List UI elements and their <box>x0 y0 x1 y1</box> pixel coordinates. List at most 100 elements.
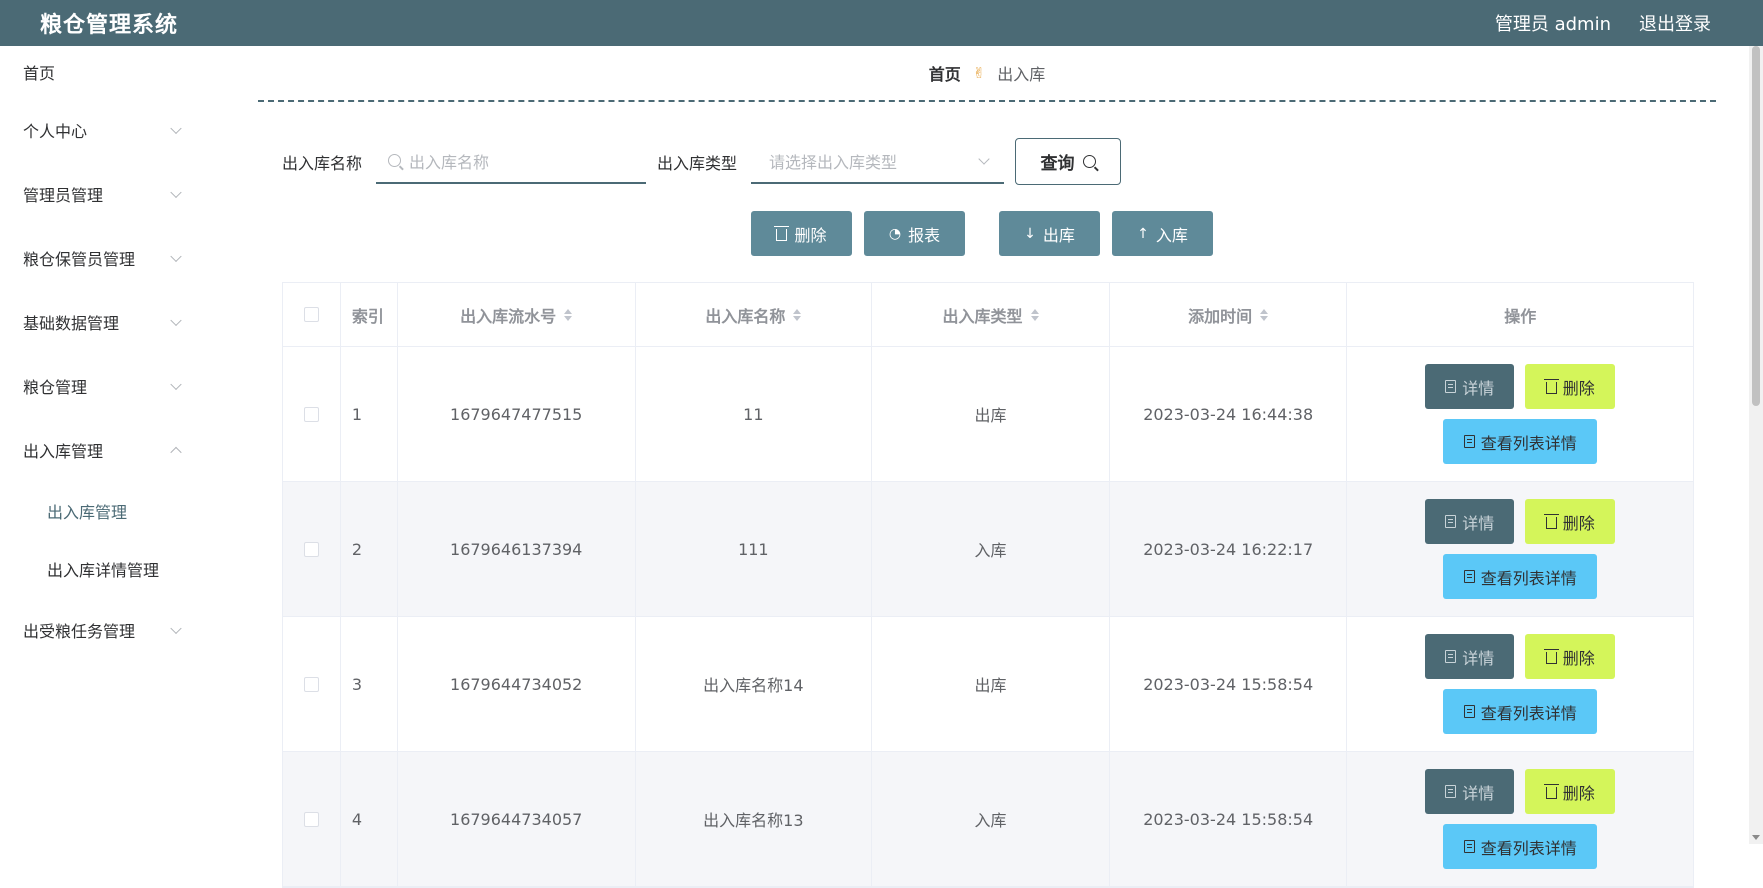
cell-index: 4 <box>341 752 398 886</box>
cell-time: 2023-03-24 16:22:17 <box>1110 482 1348 616</box>
column-header-label: 出入库名称 <box>705 306 786 326</box>
breadcrumb-current: 出入库 <box>997 65 1046 84</box>
chevron-down-icon <box>170 314 182 327</box>
cell-index: 1 <box>341 347 398 481</box>
list-detail-button[interactable]: 查看列表详情 <box>1443 554 1598 599</box>
cell-actions: 详情 删除 查看列表详情 <box>1347 617 1693 751</box>
sidebar-subitem-inout[interactable]: 出入库管理 <box>0 482 222 540</box>
chevron-down-icon <box>170 250 182 263</box>
cell-type: 入库 <box>872 752 1110 886</box>
sidebar-item-personal-center[interactable]: 个人中心 <box>0 98 222 162</box>
detail-button-label: 详情 <box>1462 378 1495 398</box>
sidebar-item-label: 粮仓保管员管理 <box>23 250 136 269</box>
sidebar-item-label: 粮仓管理 <box>23 378 88 397</box>
type-select[interactable]: 请选择出入库类型 <box>751 140 1005 184</box>
cell-time: 2023-03-24 15:58:54 <box>1110 752 1348 886</box>
delete-button[interactable]: 删除 <box>1525 769 1616 814</box>
sort-icon <box>1030 308 1039 321</box>
cell-name: 111 <box>636 482 873 616</box>
chevron-down-icon <box>170 186 182 199</box>
trash-icon <box>1543 784 1559 799</box>
document-icon <box>1463 435 1475 448</box>
list-detail-button[interactable]: 查看列表详情 <box>1443 824 1598 869</box>
name-search-input[interactable]: 出入库名称 <box>376 140 647 184</box>
list-detail-button-label: 查看列表详情 <box>1480 838 1577 858</box>
delete-button[interactable]: 删除 <box>1525 364 1616 409</box>
pie-chart-icon: ◔ <box>888 225 902 242</box>
trash-icon <box>1543 514 1559 529</box>
column-header-time[interactable]: 添加时间 <box>1110 283 1348 346</box>
detail-button[interactable]: 详情 <box>1425 499 1515 544</box>
document-icon <box>1445 785 1457 798</box>
row-checkbox[interactable] <box>303 541 319 557</box>
query-button-label: 查询 <box>1040 154 1075 174</box>
batch-delete-button[interactable]: 删除 <box>751 211 852 256</box>
select-all-checkbox[interactable] <box>303 307 319 322</box>
column-header-label: 出入库流水号 <box>460 306 557 326</box>
sidebar: 首页 个人中心 管理员管理 粮仓保管员管理 基础数据管理 粮仓管理 出入库管理 … <box>0 46 222 844</box>
stock-out-button[interactable]: ↓ 出库 <box>999 211 1100 256</box>
list-detail-button[interactable]: 查看列表详情 <box>1443 419 1598 464</box>
stock-in-label: 入库 <box>1155 225 1188 245</box>
document-icon <box>1463 840 1475 853</box>
detail-button[interactable]: 详情 <box>1425 769 1515 814</box>
sidebar-item-label: 出受粮任务管理 <box>23 622 136 641</box>
detail-button-label: 详情 <box>1462 513 1495 533</box>
scrollbar-thumb[interactable] <box>1752 46 1760 406</box>
search-icon <box>388 154 402 167</box>
sidebar-item-home[interactable]: 首页 <box>0 46 222 98</box>
trash-icon <box>774 226 790 241</box>
search-icon <box>1082 155 1096 168</box>
cell-actions: 详情 删除 查看列表详情 <box>1347 482 1693 616</box>
detail-button[interactable]: 详情 <box>1425 634 1515 679</box>
column-header-name[interactable]: 出入库名称 <box>636 283 873 346</box>
page-scrollbar[interactable] <box>1749 46 1763 844</box>
row-checkbox[interactable] <box>303 676 319 692</box>
sidebar-item-keeper-management[interactable]: 粮仓保管员管理 <box>0 226 222 290</box>
cell-type: 出库 <box>872 347 1110 481</box>
cell-actions: 详情 删除 查看列表详情 <box>1347 347 1693 481</box>
delete-button[interactable]: 删除 <box>1525 499 1616 544</box>
column-header-serial[interactable]: 出入库流水号 <box>398 283 636 346</box>
report-label: 报表 <box>908 225 941 245</box>
sidebar-item-base-data[interactable]: 基础数据管理 <box>0 290 222 354</box>
document-icon <box>1463 570 1475 583</box>
row-checkbox[interactable] <box>303 406 319 422</box>
sidebar-item-inout-management[interactable]: 出入库管理 <box>0 418 222 482</box>
cell-type: 出库 <box>872 617 1110 751</box>
detail-button[interactable]: 详情 <box>1425 364 1515 409</box>
row-select-cell <box>283 617 341 751</box>
list-detail-button[interactable]: 查看列表详情 <box>1443 689 1598 734</box>
report-button[interactable]: ◔ 报表 <box>864 211 965 256</box>
column-header-type[interactable]: 出入库类型 <box>872 283 1110 346</box>
sidebar-item-label: 管理员管理 <box>23 186 104 205</box>
cell-name: 出入库名称14 <box>636 617 873 751</box>
row-checkbox[interactable] <box>303 811 319 827</box>
query-button[interactable]: 查询 <box>1015 138 1122 185</box>
inout-table: 索引 出入库流水号 出入库名称 出入库类型 添加时间 操作 1 16796474… <box>282 282 1694 888</box>
scroll-down-icon[interactable] <box>1752 835 1760 840</box>
search-bar: 出入库名称 出入库名称 出入库类型 请选择出入库类型 查询 <box>282 138 1122 185</box>
stock-in-button[interactable]: ↑ 入库 <box>1112 211 1213 256</box>
table-row: 2 1679646137394 111 入库 2023-03-24 16:22:… <box>283 482 1693 617</box>
breadcrumb-home[interactable]: 首页 <box>929 61 961 85</box>
sidebar-item-admin-management[interactable]: 管理员管理 <box>0 162 222 226</box>
type-filter-label: 出入库类型 <box>657 153 738 173</box>
delete-button[interactable]: 删除 <box>1525 634 1616 679</box>
cell-type: 入库 <box>872 482 1110 616</box>
select-all-cell <box>283 283 341 346</box>
detail-button-label: 详情 <box>1462 648 1495 668</box>
cell-index: 3 <box>341 617 398 751</box>
table-row: 3 1679644734052 出入库名称14 出库 2023-03-24 15… <box>283 617 1693 752</box>
logout-link[interactable]: 退出登录 <box>1639 10 1711 36</box>
sidebar-item-granary-management[interactable]: 粮仓管理 <box>0 354 222 418</box>
hand-icon: ✌ <box>972 64 986 82</box>
sidebar-item-label: 出入库管理 <box>47 503 128 522</box>
sidebar-item-grain-task[interactable]: 出受粮任务管理 <box>0 598 222 662</box>
cell-serial: 1679647477515 <box>398 347 636 481</box>
sidebar-subitem-inout-detail[interactable]: 出入库详情管理 <box>0 540 222 598</box>
trash-icon <box>1543 379 1559 394</box>
batch-delete-label: 删除 <box>794 225 827 245</box>
cell-time: 2023-03-24 16:44:38 <box>1110 347 1348 481</box>
admin-user-label[interactable]: 管理员 admin <box>1495 10 1611 36</box>
